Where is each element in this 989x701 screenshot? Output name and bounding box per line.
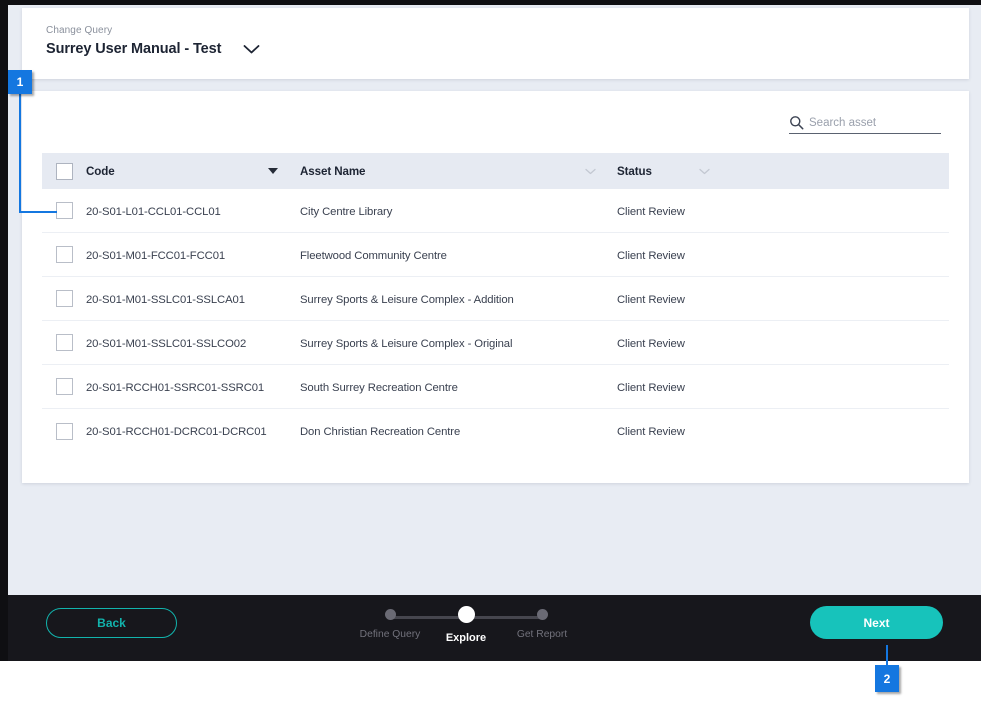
row-select-checkbox[interactable] [55, 246, 73, 263]
back-button[interactable]: Back [46, 608, 177, 638]
search-icon [789, 115, 804, 130]
cell-asset-name: South Surrey Recreation Centre [300, 378, 585, 396]
cell-status: Client Review [617, 246, 699, 264]
cell-code: 20-S01-M01-FCC01-FCC01 [86, 246, 268, 264]
cell-code: 20-S01-RCCH01-DCRC01-DCRC01 [86, 422, 268, 440]
chevron-down-icon[interactable] [243, 44, 260, 55]
query-title: Surrey User Manual - Test [46, 41, 222, 57]
row-select-checkbox[interactable] [55, 334, 73, 351]
screenshot-frame: Change Query Surrey User Manual - Test S… [0, 0, 989, 701]
cell-asset-name: City Centre Library [300, 202, 585, 220]
row-select-checkbox[interactable] [55, 290, 73, 307]
cell-asset-name-text: South Surrey Recreation Centre [300, 381, 458, 394]
search-input[interactable] [809, 116, 963, 129]
row-select-cell [42, 290, 86, 307]
cell-code: 20-S01-M01-SSLC01-SSLCA01 [86, 290, 268, 308]
cell-asset-name: Surrey Sports & Leisure Complex - Origin… [300, 334, 585, 352]
asset-table: Code Asset Name Status 20-S01-L01-CCL01-… [42, 153, 949, 453]
cell-code-text: 20-S01-RCCH01-SSRC01-SSRC01 [86, 381, 265, 394]
cell-status: Client Review [617, 290, 699, 308]
select-all-checkbox[interactable] [55, 162, 73, 180]
row-select-cell [42, 334, 86, 351]
cell-code: 20-S01-M01-SSLC01-SSLCO02 [86, 334, 268, 352]
status-chevron-down-icon[interactable] [699, 168, 739, 175]
cell-asset-name-text: Surrey Sports & Leisure Complex - Origin… [300, 337, 513, 350]
stepper-step-1[interactable]: Explore [422, 606, 510, 644]
change-query-card: Change Query Surrey User Manual - Test [22, 8, 969, 79]
cell-status-text: Client Review [617, 426, 685, 438]
cell-asset-name-text: Fleetwood Community Centre [300, 249, 447, 262]
cell-status-text: Client Review [617, 337, 685, 350]
column-header-status[interactable]: Status [617, 162, 699, 180]
table-row[interactable]: 20-S01-M01-SSLC01-SSLCA01 Surrey Sports &… [42, 277, 949, 321]
cell-asset-name: Fleetwood Community Centre [300, 246, 585, 264]
select-all-cell [42, 162, 86, 180]
cell-code-text: 20-S01-M01-SSLC01-SSLCA01 [86, 293, 245, 306]
callout-1-leader-horizontal [19, 211, 57, 213]
table-row[interactable]: 20-S01-M01-SSLC01-SSLCO02 Surrey Sports &… [42, 321, 949, 365]
column-header-status-label: Status [617, 165, 652, 178]
next-button[interactable]: Next [810, 606, 943, 639]
row-select-cell [42, 378, 86, 395]
row-select-checkbox[interactable] [55, 422, 73, 440]
cell-asset-name: Surrey Sports & Leisure Complex - Additi… [300, 290, 585, 308]
change-query-label: Change Query [46, 25, 113, 36]
row-select-cell [42, 246, 86, 263]
asset-name-chevron-down-icon[interactable] [585, 168, 617, 175]
cell-code-text: 20-S01-M01-FCC01-FCC01 [86, 249, 226, 262]
table-body: 20-S01-L01-CCL01-CCL01 City Centre Librar… [42, 189, 949, 453]
stepper-label: Define Query [359, 629, 421, 640]
table-row[interactable]: 20-S01-L01-CCL01-CCL01 City Centre Librar… [42, 189, 949, 233]
cell-status: Client Review [617, 334, 699, 352]
column-header-code-label: Code [86, 165, 115, 178]
cell-code-text: 20-S01-L01-CCL01-CCL01 [86, 205, 221, 218]
row-select-cell [42, 422, 86, 440]
query-selector[interactable]: Surrey User Manual - Test [46, 41, 260, 57]
cell-status-text: Client Review [617, 205, 685, 218]
cell-asset-name: Don Christian Recreation Centre [300, 422, 585, 440]
cell-asset-name-text: City Centre Library [300, 205, 393, 218]
row-select-checkbox[interactable] [55, 202, 73, 219]
row-select-checkbox[interactable] [55, 378, 73, 395]
table-row[interactable]: 20-S01-RCCH01-SSRC01-SSRC01 South Surrey … [42, 365, 949, 409]
cell-code: 20-S01-RCCH01-SSRC01-SSRC01 [86, 378, 268, 396]
stepper-dot[interactable] [384, 609, 396, 620]
stepper-dot[interactable] [457, 606, 475, 623]
cell-status-text: Client Review [617, 381, 685, 394]
stepper-step-2[interactable]: Get Report [498, 609, 586, 640]
table-row[interactable]: 20-S01-M01-FCC01-FCC01 Fleetwood Communit… [42, 233, 949, 277]
table-row[interactable]: 20-S01-RCCH01-DCRC01-DCRC01 Don Christian… [42, 409, 949, 453]
cell-status: Client Review [617, 378, 699, 396]
column-header-asset-name-label: Asset Name [300, 165, 366, 178]
cell-asset-name-text: Don Christian Recreation Centre [300, 426, 461, 438]
outer-margin-right [981, 0, 989, 701]
cell-status-text: Client Review [617, 293, 685, 306]
callout-1-leader-vertical [19, 94, 21, 212]
application-viewport: Change Query Surrey User Manual - Test S… [8, 5, 981, 661]
asset-table-card: Code Asset Name Status [22, 91, 969, 483]
table-header-row: Code Asset Name Status [42, 153, 949, 189]
cell-code-text: 20-S01-M01-SSLC01-SSLCO02 [86, 337, 247, 350]
outer-margin-bottom [0, 661, 989, 701]
wizard-stepper: Define Query Explore Get Report [346, 606, 586, 653]
column-header-asset-name[interactable]: Asset Name [300, 162, 585, 180]
cell-code-text: 20-S01-RCCH01-DCRC01-DCRC01 [86, 426, 267, 438]
column-header-code[interactable]: Code [86, 162, 268, 180]
cell-status: Client Review [617, 422, 699, 440]
callout-badge-2: 2 [875, 665, 899, 692]
stepper-label: Get Report [516, 629, 568, 640]
cell-code: 20-S01-L01-CCL01-CCL01 [86, 202, 268, 220]
stepper-step-0[interactable]: Define Query [346, 609, 434, 640]
cell-asset-name-text: Surrey Sports & Leisure Complex - Additi… [300, 293, 514, 306]
search-asset-box[interactable] [789, 112, 963, 134]
stepper-label: Explore [445, 632, 487, 644]
sort-descending-triangle-icon[interactable] [268, 168, 300, 174]
cell-status: Client Review [617, 202, 699, 220]
cell-status-text: Client Review [617, 249, 685, 262]
stepper-dot[interactable] [536, 609, 548, 620]
callout-2-leader-vertical [886, 645, 888, 667]
wizard-footer: Back Define Query Explore Get Report Next [8, 595, 981, 661]
callout-badge-1: 1 [8, 70, 32, 94]
